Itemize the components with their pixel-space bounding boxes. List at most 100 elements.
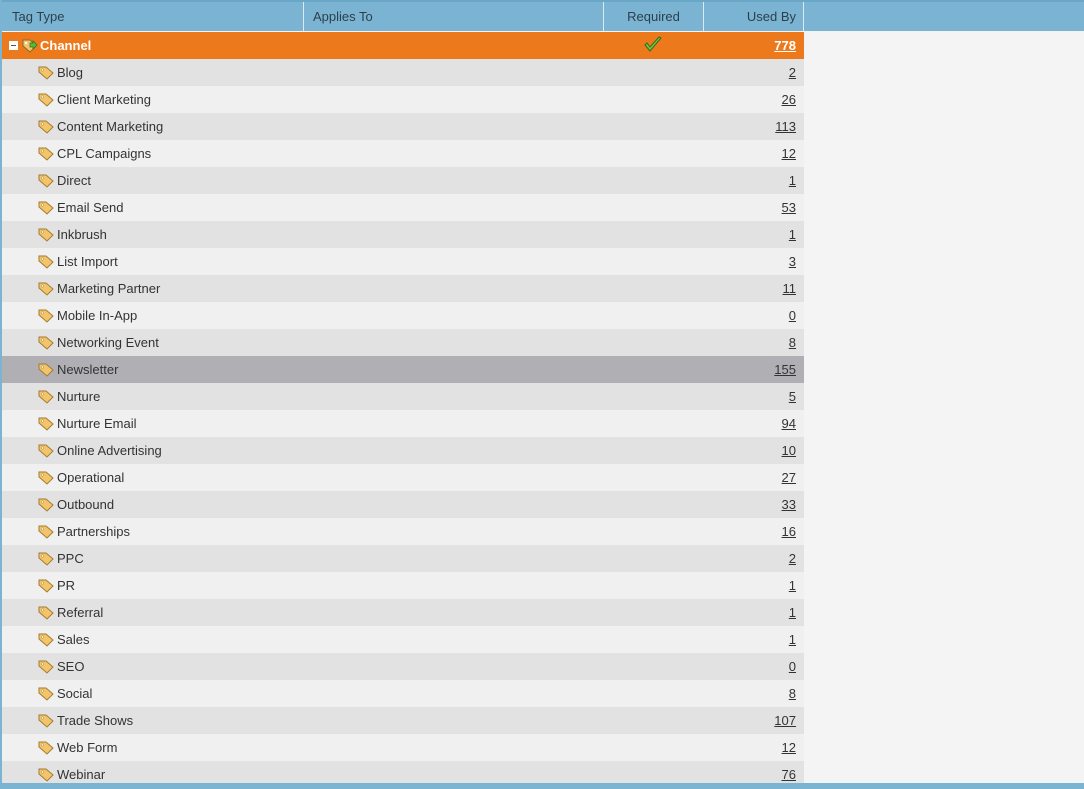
- used-by-link[interactable]: 1: [789, 572, 796, 599]
- used-by-link[interactable]: 12: [782, 734, 796, 761]
- tag-icon: [38, 120, 54, 134]
- tag-label: Outbound: [57, 497, 115, 512]
- column-header-used-by[interactable]: Used By: [704, 2, 804, 31]
- used-by-link[interactable]: 8: [789, 680, 796, 707]
- tag-row[interactable]: PR 1: [2, 572, 804, 599]
- tag-label: List Import: [57, 254, 118, 269]
- tag-row[interactable]: Email Send 53: [2, 194, 804, 221]
- tag-label: PR: [57, 578, 76, 593]
- tag-row[interactable]: Outbound 33: [2, 491, 804, 518]
- used-by-link[interactable]: 5: [789, 383, 796, 410]
- tag-icon: [38, 228, 54, 242]
- tag-row[interactable]: Sales 1: [2, 626, 804, 653]
- used-by-link[interactable]: 1: [789, 626, 796, 653]
- used-by-link[interactable]: 27: [782, 464, 796, 491]
- tag-row[interactable]: CPL Campaigns 12: [2, 140, 804, 167]
- tag-row[interactable]: Partnerships 16: [2, 518, 804, 545]
- tag-row[interactable]: Web Form 12: [2, 734, 804, 761]
- used-by-link[interactable]: 8: [789, 329, 796, 356]
- tag-label: Referral: [57, 605, 104, 620]
- tag-icon: [38, 174, 54, 188]
- tag-label: Social: [57, 686, 93, 701]
- tag-label: Nurture: [57, 389, 101, 404]
- used-by-link[interactable]: 2: [789, 59, 796, 86]
- tag-icon: [38, 444, 54, 458]
- used-by-link[interactable]: 2: [789, 545, 796, 572]
- tag-label: Content Marketing: [57, 119, 164, 134]
- used-by-link[interactable]: 155: [774, 356, 796, 383]
- group-label: Channel: [40, 38, 92, 53]
- used-by-link[interactable]: 10: [782, 437, 796, 464]
- tag-icon: [38, 282, 54, 296]
- tag-row[interactable]: Newsletter 155: [2, 356, 804, 383]
- used-by-link[interactable]: 33: [782, 491, 796, 518]
- tag-grid: Tag Type Applies To Required Used By Cha…: [0, 0, 1084, 789]
- tag-row[interactable]: Inkbrush 1: [2, 221, 804, 248]
- tag-row[interactable]: List Import 3: [2, 248, 804, 275]
- tag-row[interactable]: Operational 27: [2, 464, 804, 491]
- tag-label: Nurture Email: [57, 416, 137, 431]
- used-by-link[interactable]: 113: [775, 113, 796, 140]
- checkmark-icon: [644, 36, 662, 52]
- tag-icon: [38, 525, 54, 539]
- used-by-link[interactable]: 1: [789, 221, 796, 248]
- used-by-link[interactable]: 1: [789, 599, 796, 626]
- tag-row[interactable]: PPC 2: [2, 545, 804, 572]
- tag-row[interactable]: Nurture Email 94: [2, 410, 804, 437]
- tag-icon: [38, 498, 54, 512]
- tag-icon: [38, 741, 54, 755]
- tag-icon: [38, 633, 54, 647]
- tag-row[interactable]: Online Advertising 10: [2, 437, 804, 464]
- tag-label: Partnerships: [57, 524, 130, 539]
- tag-icon: [38, 363, 54, 377]
- used-by-link[interactable]: 53: [782, 194, 796, 221]
- tag-row[interactable]: Trade Shows 107: [2, 707, 804, 734]
- tag-row[interactable]: Referral 1: [2, 599, 804, 626]
- tag-row[interactable]: SEO 0: [2, 653, 804, 680]
- used-by-link[interactable]: 0: [789, 302, 796, 329]
- group-row-channel[interactable]: Channel 778: [2, 32, 804, 59]
- tag-label: Direct: [57, 173, 91, 188]
- tag-row[interactable]: Client Marketing 26: [2, 86, 804, 113]
- used-by-link[interactable]: 3: [789, 248, 796, 275]
- tag-row[interactable]: Networking Event 8: [2, 329, 804, 356]
- column-header-applies-to[interactable]: Applies To: [304, 2, 604, 31]
- tag-label: Blog: [57, 65, 84, 80]
- tag-row[interactable]: Blog 2: [2, 59, 804, 86]
- tag-label: PPC: [57, 551, 84, 566]
- column-header-required[interactable]: Required: [604, 2, 704, 31]
- tag-label: Online Advertising: [57, 443, 162, 458]
- tag-label: Client Marketing: [57, 92, 151, 107]
- used-by-link[interactable]: 94: [782, 410, 796, 437]
- tag-row[interactable]: Social 8: [2, 680, 804, 707]
- column-header-tag-type[interactable]: Tag Type: [2, 2, 304, 31]
- tag-row[interactable]: Mobile In-App 0: [2, 302, 804, 329]
- used-by-link[interactable]: 11: [783, 275, 797, 302]
- tag-group-icon: [22, 39, 38, 53]
- used-by-link[interactable]: 0: [789, 653, 796, 680]
- tag-label: Inkbrush: [57, 227, 107, 242]
- used-by-link[interactable]: 26: [782, 86, 796, 113]
- tag-row[interactable]: Nurture 5: [2, 383, 804, 410]
- group-used-by-link[interactable]: 778: [774, 32, 796, 59]
- tag-icon: [38, 147, 54, 161]
- tag-row[interactable]: Content Marketing 113: [2, 113, 804, 140]
- used-by-link[interactable]: 12: [782, 140, 796, 167]
- collapse-icon[interactable]: [9, 41, 18, 50]
- tag-icon: [38, 201, 54, 215]
- tag-label: Operational: [57, 470, 125, 485]
- tag-icon: [38, 309, 54, 323]
- tag-label: SEO: [57, 659, 85, 674]
- tag-label: Marketing Partner: [57, 281, 161, 296]
- tag-icon: [38, 687, 54, 701]
- used-by-link[interactable]: 107: [774, 707, 796, 734]
- tag-label: Trade Shows: [57, 713, 134, 728]
- tag-row[interactable]: Marketing Partner 11: [2, 275, 804, 302]
- tag-label: Web Form: [57, 740, 118, 755]
- grid-body: Channel 778 Blog 2 Client Marketing 26 Conte…: [2, 32, 804, 788]
- used-by-link[interactable]: 16: [782, 518, 796, 545]
- tag-label: CPL Campaigns: [57, 146, 152, 161]
- tag-icon: [38, 660, 54, 674]
- tag-row[interactable]: Direct 1: [2, 167, 804, 194]
- used-by-link[interactable]: 1: [789, 167, 796, 194]
